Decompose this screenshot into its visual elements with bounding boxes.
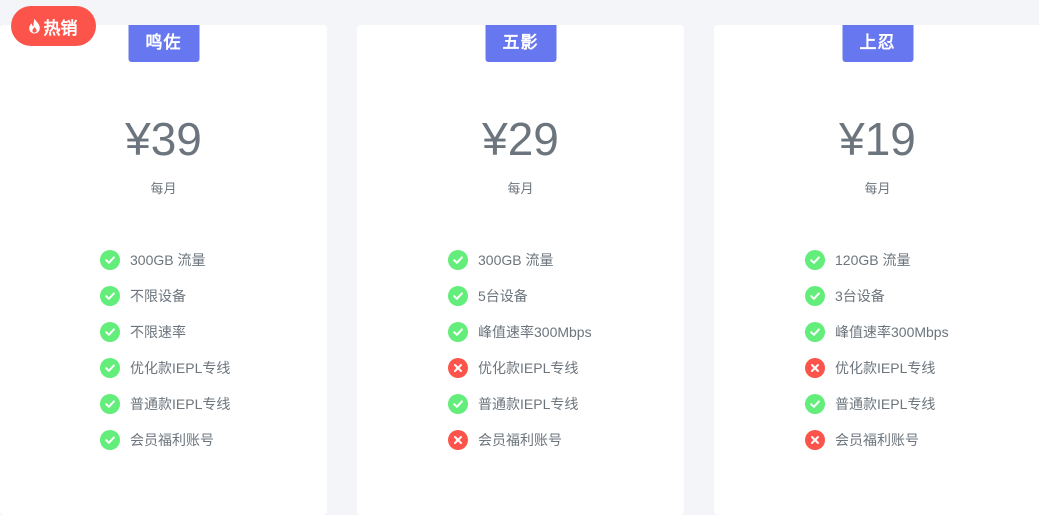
feature-text: 会员福利账号 <box>835 432 919 448</box>
feature-item: 优化款IEPL专线 <box>448 350 592 386</box>
pricing-card-wuying[interactable]: 五影 ¥29 每月 300GB 流量 5台设备峰值速率300Mbps 优化款IEPL… <box>357 25 684 515</box>
feature-text: 会员福利账号 <box>478 432 562 448</box>
plan-name-tab: 鸣佐 <box>128 25 199 62</box>
feature-item: 会员福利账号 <box>448 422 592 458</box>
check-circle-icon <box>805 250 825 270</box>
check-circle-icon <box>100 430 120 450</box>
check-circle-icon <box>100 322 120 342</box>
pricing-card-mingzuo[interactable]: 鸣佐 ¥39 每月 300GB 流量 不限设备不限速率优化款IEPL专线 普通款IE… <box>0 25 327 515</box>
feature-text: 300GB 流量 <box>130 252 206 268</box>
check-circle-icon <box>100 358 120 378</box>
cross-circle-icon <box>805 430 825 450</box>
plan-price: ¥39 <box>125 113 202 165</box>
feature-text: 300GB 流量 <box>478 252 554 268</box>
feature-list: 300GB 流量 不限设备不限速率优化款IEPL专线 普通款IEPL专线 会员福利账号 <box>100 242 230 458</box>
feature-item: 普通款IEPL专线 <box>100 386 230 422</box>
feature-item: 不限速率 <box>100 314 230 350</box>
check-circle-icon <box>100 394 120 414</box>
check-circle-icon <box>805 322 825 342</box>
feature-text: 峰值速率300Mbps <box>478 324 592 340</box>
feature-item: 会员福利账号 <box>805 422 949 458</box>
check-circle-icon <box>805 394 825 414</box>
check-circle-icon <box>805 286 825 306</box>
check-circle-icon <box>448 394 468 414</box>
cross-circle-icon <box>805 358 825 378</box>
plan-name-tab: 五影 <box>485 25 556 62</box>
feature-list: 120GB 流量 3台设备峰值速率300Mbps 优化款IEPL专线 普通款IEPL专… <box>805 242 949 458</box>
feature-text: 普通款IEPL专线 <box>478 396 579 412</box>
feature-text: 优化款IEPL专线 <box>478 360 579 376</box>
feature-item: 峰值速率300Mbps <box>448 314 592 350</box>
feature-item: 优化款IEPL专线 <box>805 350 949 386</box>
fire-icon <box>28 18 41 34</box>
feature-item: 普通款IEPL专线 <box>805 386 949 422</box>
check-circle-icon <box>448 286 468 306</box>
plan-name-tab: 上忍 <box>842 25 913 62</box>
feature-item: 会员福利账号 <box>100 422 230 458</box>
feature-text: 会员福利账号 <box>130 432 214 448</box>
plan-period: 每月 <box>150 181 177 196</box>
pricing-card-shangren[interactable]: 上忍 ¥19 每月 120GB 流量 3台设备峰值速率300Mbps 优化款IEPL… <box>714 25 1039 515</box>
check-circle-icon <box>100 250 120 270</box>
feature-item: 普通款IEPL专线 <box>448 386 592 422</box>
feature-text: 峰值速率300Mbps <box>835 324 949 340</box>
feature-text: 普通款IEPL专线 <box>130 396 231 412</box>
plan-period: 每月 <box>507 181 534 196</box>
cross-circle-icon <box>448 358 468 378</box>
plan-price: ¥29 <box>482 113 559 165</box>
feature-text: 普通款IEPL专线 <box>835 396 936 412</box>
feature-item: 120GB 流量 <box>805 242 949 278</box>
feature-item: 3台设备 <box>805 278 949 314</box>
feature-item: 5台设备 <box>448 278 592 314</box>
plan-price: ¥19 <box>839 113 916 165</box>
feature-item: 优化款IEPL专线 <box>100 350 230 386</box>
feature-text: 5台设备 <box>478 288 528 304</box>
feature-text: 不限设备 <box>130 288 186 304</box>
feature-item: 峰值速率300Mbps <box>805 314 949 350</box>
feature-text: 120GB 流量 <box>835 252 911 268</box>
feature-text: 3台设备 <box>835 288 885 304</box>
feature-item: 300GB 流量 <box>448 242 592 278</box>
check-circle-icon <box>448 250 468 270</box>
check-circle-icon <box>448 322 468 342</box>
cross-circle-icon <box>448 430 468 450</box>
plan-period: 每月 <box>864 181 891 196</box>
feature-list: 300GB 流量 5台设备峰值速率300Mbps 优化款IEPL专线 普通款IEPL专… <box>448 242 592 458</box>
hot-sale-badge: 热销 <box>11 6 96 46</box>
feature-text: 优化款IEPL专线 <box>835 360 936 376</box>
feature-item: 300GB 流量 <box>100 242 230 278</box>
check-circle-icon <box>100 286 120 306</box>
hot-sale-label: 热销 <box>43 18 78 38</box>
feature-text: 不限速率 <box>130 324 186 340</box>
feature-item: 不限设备 <box>100 278 230 314</box>
feature-text: 优化款IEPL专线 <box>130 360 231 376</box>
